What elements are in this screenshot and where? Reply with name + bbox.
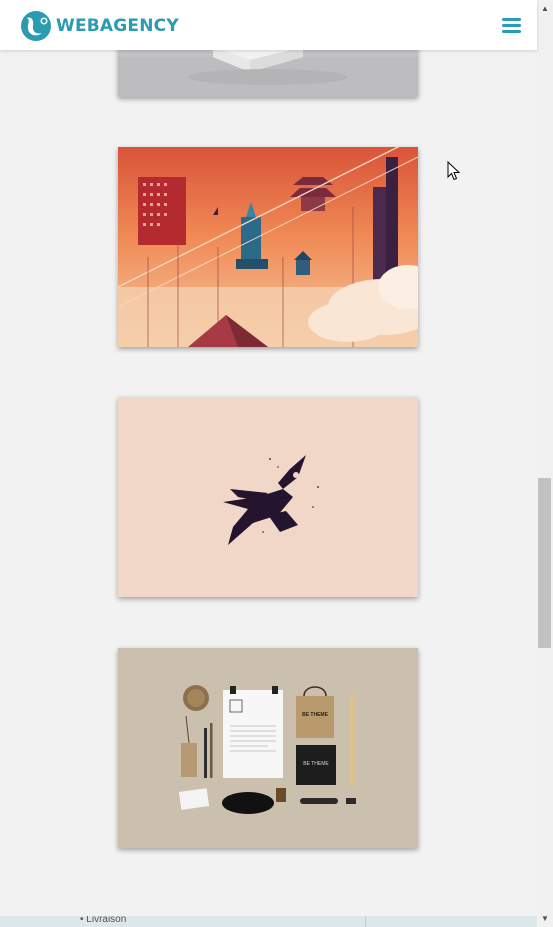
scroll-down-icon[interactable]: ▼ bbox=[537, 910, 553, 927]
bag-brand-text: BE THEME bbox=[302, 712, 328, 718]
hamburger-icon bbox=[502, 18, 521, 21]
map-preview[interactable]: • Livraison bbox=[0, 916, 537, 927]
brand-name: WEBAGENCY bbox=[56, 15, 179, 36]
scroll-up-icon[interactable]: ▲ bbox=[537, 0, 553, 17]
stationery-image bbox=[118, 648, 418, 848]
hamburger-bar bbox=[502, 30, 521, 33]
map-road bbox=[365, 916, 374, 927]
logo[interactable]: WEBAGENCY bbox=[20, 9, 179, 42]
vertical-scrollbar[interactable]: ▲ ▼ bbox=[537, 0, 553, 927]
city-illustration-image bbox=[118, 147, 418, 347]
logo-icon bbox=[21, 11, 51, 41]
hamburger-bar bbox=[502, 24, 521, 27]
rocket-logo-image bbox=[118, 397, 418, 597]
portfolio-item-rocket-logo[interactable] bbox=[118, 397, 418, 597]
scrollbar-thumb[interactable] bbox=[538, 478, 551, 648]
map-label: • Livraison bbox=[80, 916, 127, 925]
mouse-pointer-icon bbox=[447, 161, 460, 181]
portfolio-item-city-illustration[interactable] bbox=[118, 147, 418, 347]
book-brand-text: BE THEME bbox=[303, 761, 329, 767]
portfolio-item-stationery[interactable]: BE THEME BE THEME bbox=[118, 648, 418, 848]
site-header: WEBAGENCY bbox=[0, 0, 537, 50]
menu-button[interactable] bbox=[502, 18, 521, 33]
